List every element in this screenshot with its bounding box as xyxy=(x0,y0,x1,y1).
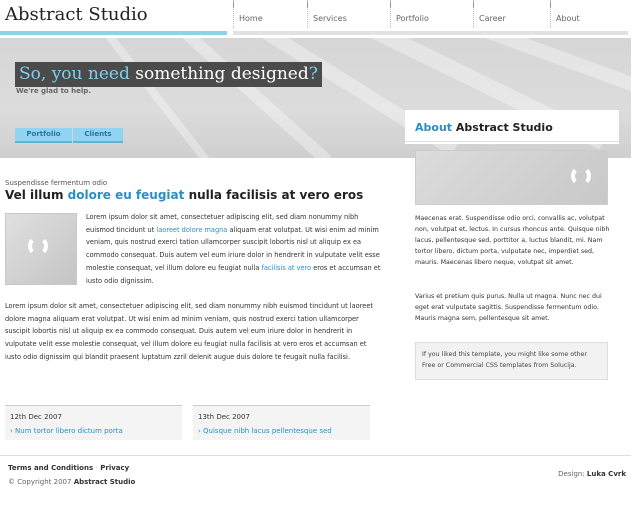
article-title: Vel illum dolore eu feugiat nulla facili… xyxy=(5,188,363,202)
nav-item-career[interactable]: Career xyxy=(473,0,553,28)
footer-credit: Design: Luka Cvrk xyxy=(558,470,626,478)
news-date: 13th Dec 2007 xyxy=(198,413,250,421)
sidebar-title-rule xyxy=(405,141,619,142)
news-date: 12th Dec 2007 xyxy=(10,413,62,421)
nav-label: Home xyxy=(239,14,263,23)
sidebar-title-rest: Abstract Studio xyxy=(455,121,553,134)
sidebar-image xyxy=(415,150,608,205)
header: Abstract Studio Home Services Portfolio … xyxy=(0,0,640,38)
sidebar-title: About Abstract Studio xyxy=(415,121,553,134)
designer-link[interactable]: Luka Cvrk xyxy=(587,470,626,478)
promo-box: If you liked this template, you might li… xyxy=(415,342,608,380)
hero-title-part1: So, you need xyxy=(19,64,130,84)
nav-item-about[interactable]: About xyxy=(550,0,630,28)
article-title-accent: dolore eu feugiat xyxy=(67,188,185,202)
article-image xyxy=(5,213,77,285)
hero-title: So, you need something designed? xyxy=(15,62,322,87)
inline-link[interactable]: facilisis at vero xyxy=(262,264,312,272)
nav-underline xyxy=(233,31,628,35)
hero-subtitle: We're glad to help. xyxy=(16,87,91,95)
sidebar-paragraph: Varius et pretium quis purus. Nulla ut m… xyxy=(415,293,602,322)
article-title-part1: Vel illum xyxy=(5,188,64,202)
article-paragraph-1: Lorem ipsum dolor sit amet, consectetuer… xyxy=(86,211,383,287)
nav-label: Services xyxy=(313,14,347,23)
copyright-brand: Abstract Studio xyxy=(73,478,136,486)
nav-label: Portfolio xyxy=(396,14,429,23)
tab-clients[interactable]: Clients xyxy=(73,128,123,143)
privacy-link[interactable]: Privacy xyxy=(100,464,129,472)
logo-underline xyxy=(0,31,227,35)
news-link[interactable]: › Quisque nibh lacus pellentesque sed xyxy=(198,427,332,435)
article-kicker: Suspendisse fermentum odio xyxy=(5,179,108,187)
footer-separator: · xyxy=(95,464,98,472)
footer-copyright: © Copyright 2007 Abstract Studio xyxy=(8,478,135,486)
terms-link[interactable]: Terms and Conditions xyxy=(8,464,93,472)
article-title-part2: nulla facilisis at vero eros xyxy=(188,188,364,202)
nav-item-home[interactable]: Home xyxy=(233,0,311,28)
loading-icon xyxy=(571,166,591,186)
copyright-text: © Copyright 2007 xyxy=(8,478,72,486)
inline-link[interactable]: laoreet dolore magna xyxy=(156,226,227,234)
tab-portfolio[interactable]: Portfolio xyxy=(15,128,72,143)
news-item: 13th Dec 2007 › Quisque nibh lacus pelle… xyxy=(193,405,370,440)
nav-item-portfolio[interactable]: Portfolio xyxy=(390,0,474,28)
footer-links: Terms and Conditions · Privacy xyxy=(8,464,129,472)
news-link[interactable]: › Num tortor libero dictum porta xyxy=(10,427,123,435)
site-logo[interactable]: Abstract Studio xyxy=(5,4,148,25)
nav-item-services[interactable]: Services xyxy=(307,0,391,28)
main-nav: Home Services Portfolio Career About xyxy=(233,0,633,28)
news-item: 12th Dec 2007 › Num tortor libero dictum… xyxy=(5,405,182,440)
loading-icon xyxy=(28,236,48,256)
sidebar-paragraph: Maecenas erat. Suspendisse odio orci, co… xyxy=(415,215,610,266)
article-paragraph-2: Lorem ipsum dolor sit amet, consectetuer… xyxy=(5,302,373,361)
hero-title-part2: something designed xyxy=(135,64,309,84)
nav-label: Career xyxy=(479,14,506,23)
footer-divider xyxy=(0,455,631,456)
sidebar-title-accent: About xyxy=(415,121,453,134)
design-label: Design: xyxy=(558,470,585,478)
nav-label: About xyxy=(556,14,580,23)
hero-title-part3: ? xyxy=(308,64,318,84)
